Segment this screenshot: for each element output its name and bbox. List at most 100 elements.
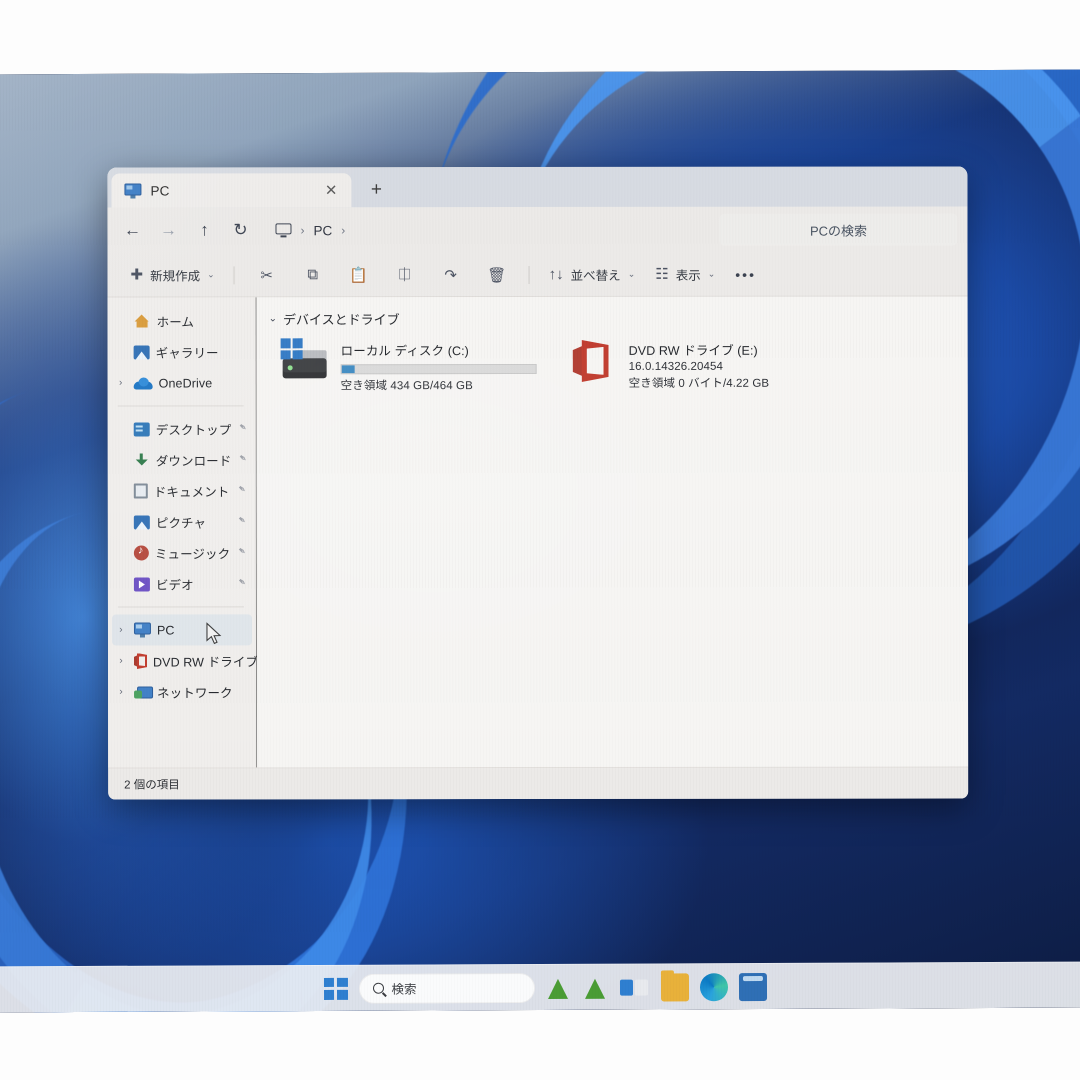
music-icon — [133, 545, 149, 561]
expand-chevron[interactable]: › — [114, 687, 128, 698]
chevron-down-icon: ⌄ — [707, 268, 716, 279]
copy-icon: ⧉ — [307, 266, 319, 284]
sidebar-item-music[interactable]: ミュージック ✒ — [108, 537, 256, 568]
tab-pc[interactable]: PC ✕ — [111, 173, 352, 208]
divider — [528, 265, 530, 284]
sidebar-item-label: DVD RW ドライブ — [153, 655, 259, 670]
green-app-icon[interactable] — [545, 974, 571, 1000]
office-disc-icon — [573, 340, 609, 382]
drive-item-c[interactable]: ローカル ディスク (C:) 空き領域 434 GB/464 GB — [280, 338, 559, 393]
sidebar-item-home[interactable]: ホーム — [108, 305, 256, 336]
new-button[interactable]: ✚ 新規作成 ⌄ — [122, 259, 224, 291]
sidebar-item-onedrive[interactable]: › OneDrive — [108, 367, 256, 398]
taskbar-search[interactable]: 検索 — [358, 972, 535, 1004]
sidebar-item-desktop[interactable]: デスクトップ ✒ — [108, 413, 256, 444]
sidebar-item-videos[interactable]: ビデオ ✒ — [108, 568, 256, 599]
gallery-icon — [133, 344, 150, 360]
drive-capacity-text: 空き領域 0 バイト/4.22 GB — [628, 377, 770, 390]
drive-capacity-bar — [340, 364, 537, 375]
navigation-pane: ホーム ギャラリー › OneDrive デスクトップ ✒ ダウンロード ✒ ド… — [107, 297, 259, 768]
green-app-icon-2[interactable] — [582, 974, 608, 1000]
new-tab-button[interactable]: + — [361, 175, 391, 205]
chevron-down-icon[interactable]: ⌄ — [269, 313, 277, 324]
close-icon[interactable]: ✕ — [321, 181, 342, 200]
drive-name: ローカル ディスク (C:) — [340, 344, 469, 359]
back-button[interactable]: ← — [115, 214, 149, 246]
cut-button[interactable]: ✂ — [245, 259, 289, 291]
sidebar-item-label: ダウンロード — [155, 454, 232, 469]
sidebar-item-label: PC — [156, 622, 175, 637]
expand-chevron[interactable]: › — [114, 625, 128, 636]
sidebar-item-network[interactable]: › ネットワーク — [108, 676, 256, 707]
content-pane[interactable]: ⌄ デバイスとドライブ ローカル ディスク (C:) 空き領域 434 GB/4… — [256, 296, 969, 768]
view-button[interactable]: ☷ 表示 ⌄ — [646, 258, 724, 290]
sidebar-item-label: デスクトップ — [155, 423, 232, 438]
chevron-down-icon: ⌄ — [207, 269, 215, 280]
trash-icon: 🗑 — [487, 266, 507, 284]
pin-icon[interactable]: ✒ — [235, 545, 251, 561]
breadcrumb[interactable]: › PC › — [265, 214, 717, 247]
divider — [117, 405, 244, 407]
divider — [117, 606, 244, 608]
drive-version: 16.0.14326.20454 — [628, 360, 724, 373]
delete-button[interactable]: 🗑 — [475, 259, 519, 291]
sidebar-item-downloads[interactable]: ダウンロード ✒ — [108, 444, 256, 475]
taskbar: 検索 — [0, 961, 1080, 1013]
up-button[interactable]: ↑ — [187, 214, 221, 246]
group-header-devices-and-drives[interactable]: ⌄ デバイスとドライブ — [267, 308, 968, 328]
tab-label: PC — [150, 182, 170, 198]
scissors-icon: ✂ — [260, 266, 273, 284]
pin-icon[interactable]: ✒ — [235, 421, 251, 437]
store-icon[interactable] — [738, 972, 767, 1001]
breadcrumb-separator: › — [341, 223, 346, 238]
sidebar-item-documents[interactable]: ドキュメント ✒ — [108, 475, 256, 506]
expand-chevron[interactable]: › — [114, 378, 128, 389]
sidebar-item-label: ホーム — [156, 315, 195, 330]
refresh-button[interactable]: ↻ — [223, 214, 257, 246]
pin-icon[interactable]: ✒ — [235, 576, 251, 592]
pictures-icon — [133, 514, 150, 530]
address-bar: ← → ↑ ↻ › PC › PCの検索 — [107, 206, 968, 254]
sidebar-item-pictures[interactable]: ピクチャ ✒ — [108, 506, 256, 537]
expand-chevron[interactable]: › — [114, 656, 128, 667]
downloads-icon — [134, 453, 150, 467]
pin-icon[interactable]: ✒ — [235, 483, 251, 499]
sidebar-item-gallery[interactable]: ギャラリー — [108, 336, 256, 367]
rename-icon: ⎅ — [398, 266, 411, 284]
chevron-down-icon: ⌄ — [627, 268, 636, 279]
pin-icon[interactable]: ✒ — [235, 514, 251, 530]
sort-label: 並べ替え — [570, 268, 621, 283]
new-label: 新規作成 — [150, 269, 201, 284]
breadcrumb-current[interactable]: PC — [313, 223, 332, 238]
file-explorer-icon[interactable] — [660, 972, 689, 1001]
status-bar: 2 個の項目 — [108, 766, 969, 800]
more-options-button[interactable]: ••• — [726, 258, 765, 290]
this-pc-icon[interactable] — [275, 222, 292, 238]
sidebar-item-pc[interactable]: › PC — [111, 614, 252, 646]
drive-item-e[interactable]: DVD RW ドライブ (E:) 16.0.14326.20454 空き領域 0… — [569, 338, 847, 393]
start-button[interactable] — [323, 977, 348, 1000]
sidebar-item-dvd-drive[interactable]: › DVD RW ドライブ — [108, 645, 259, 676]
sidebar-item-label: ピクチャ — [155, 516, 207, 531]
sidebar-item-label: ミュージック — [154, 547, 231, 562]
file-explorer-window: PC ✕ + ← → ↑ ↻ › PC › PCの検索 ✚ 新規作成 ⌄ ✂ ⧉… — [107, 166, 969, 800]
local-disk-icon — [280, 338, 331, 384]
search-input[interactable]: PCの検索 — [719, 213, 958, 246]
home-icon — [134, 313, 151, 328]
rename-button[interactable]: ⎅ — [383, 259, 427, 291]
sort-button[interactable]: ↑↓ 並べ替え ⌄ — [540, 258, 645, 290]
share-button[interactable]: ↷ — [429, 259, 473, 291]
desktop-icon — [133, 421, 150, 437]
taskbar-search-label: 検索 — [391, 982, 417, 997]
pin-icon[interactable]: ✒ — [235, 452, 251, 468]
dvd-rw-drive-icon — [569, 338, 619, 384]
breadcrumb-separator: › — [300, 223, 305, 238]
widgets-icon[interactable] — [619, 976, 649, 998]
forward-button[interactable]: → — [151, 214, 185, 246]
paste-button[interactable]: 📋 — [337, 259, 381, 291]
network-icon — [134, 684, 151, 699]
edge-icon[interactable] — [699, 972, 728, 1001]
command-bar: ✚ 新規作成 ⌄ ✂ ⧉ 📋 ⎅ ↷ 🗑 ↑↓ 並べ替え ⌄ ☷ 表示 ⌄ ••… — [107, 252, 968, 298]
copy-button[interactable]: ⧉ — [291, 259, 335, 291]
sidebar-item-label: OneDrive — [158, 375, 213, 390]
